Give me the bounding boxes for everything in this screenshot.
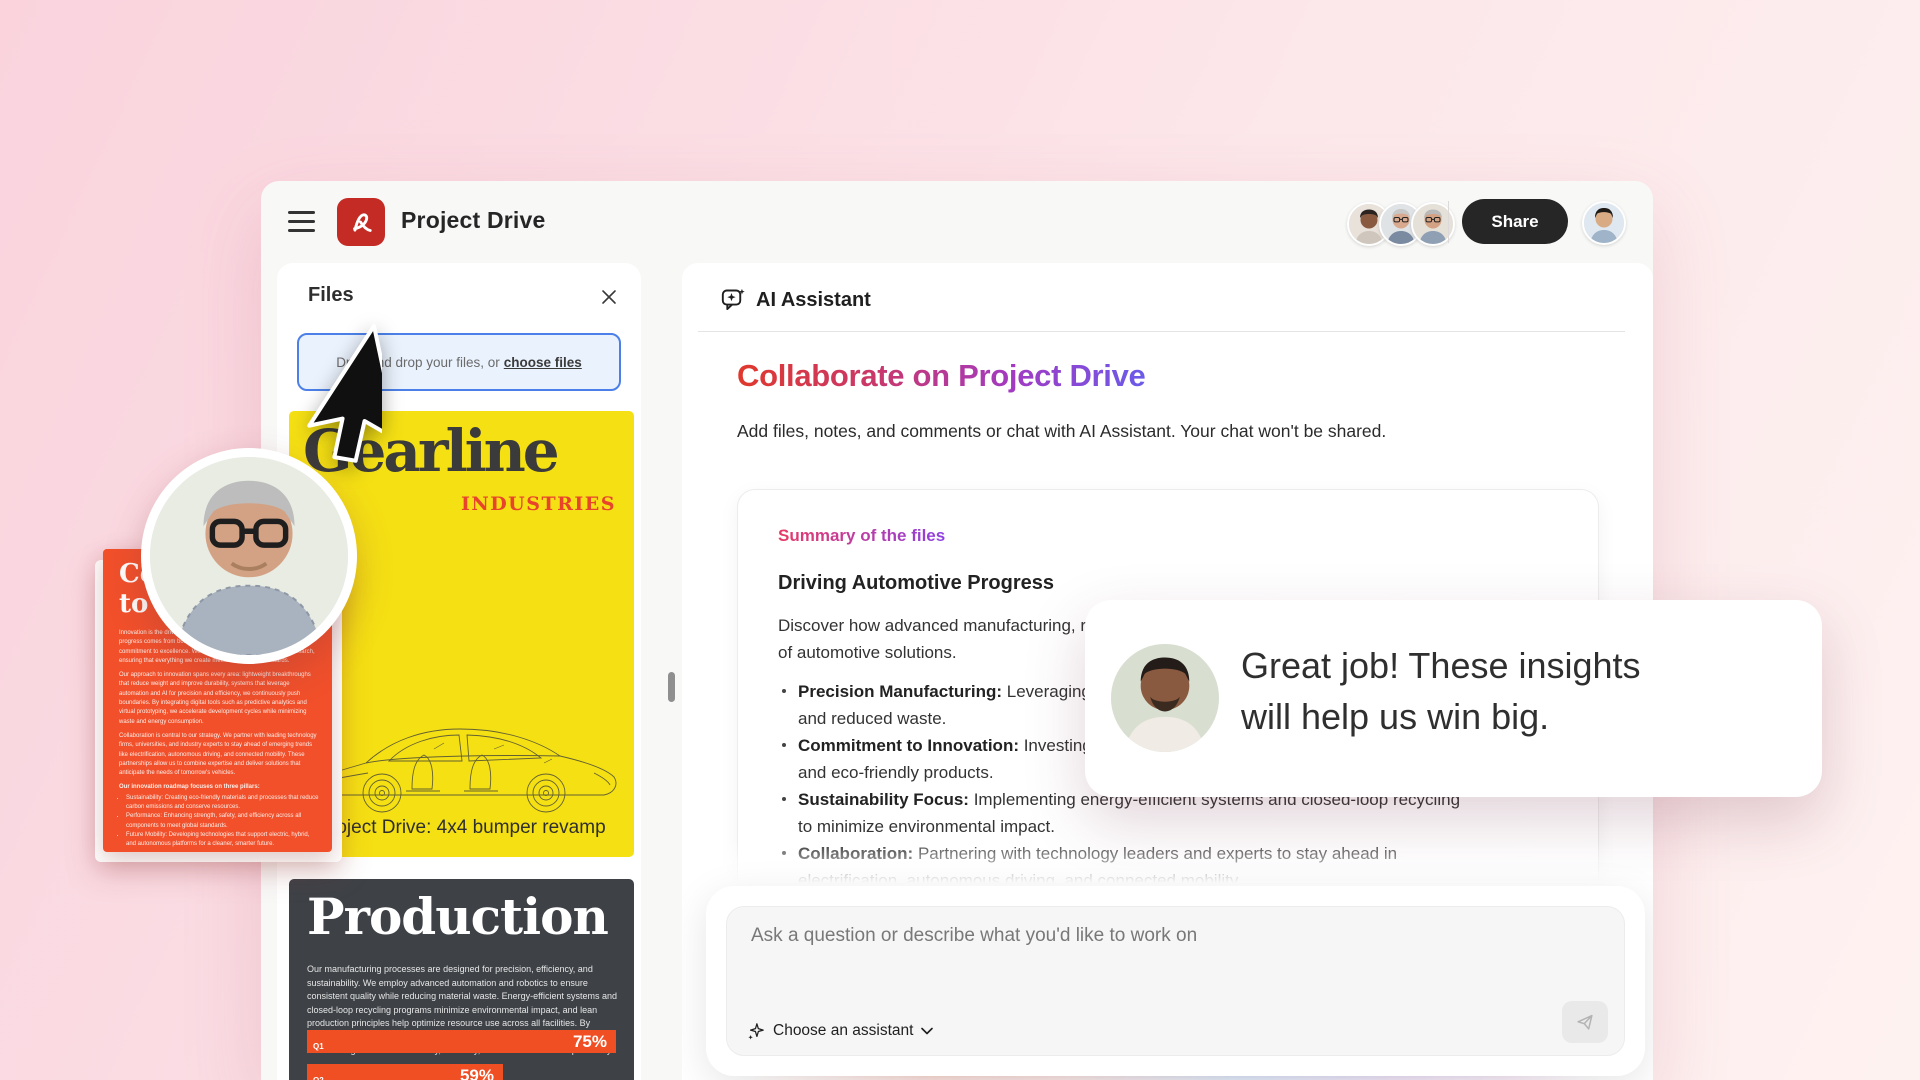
profile-avatar[interactable] <box>1582 201 1626 245</box>
files-panel-title: Files <box>308 284 354 307</box>
menu-button[interactable] <box>288 211 315 232</box>
file-thumbnail-production[interactable]: Production Our manufacturing processes a… <box>289 879 634 1080</box>
acrobat-logo <box>337 198 385 246</box>
summary-heading: Driving Automotive Progress <box>778 572 1054 595</box>
gearline-subtitle: INDUSTRIES <box>461 493 616 515</box>
ai-assistant-header: AI Assistant <box>756 289 871 312</box>
sparkle-icon <box>747 1022 765 1040</box>
page-background: Project Drive Share Files <box>0 0 1920 1080</box>
bar-value: 75% <box>573 1032 607 1052</box>
production-title: Production <box>307 887 608 946</box>
panel-scrollbar[interactable] <box>668 672 675 702</box>
floating-collaborator-avatar <box>141 448 357 664</box>
production-bar-q2: Q2 59% <box>307 1064 503 1080</box>
collaborator-avatars <box>1347 202 1455 246</box>
close-icon <box>601 289 617 305</box>
message-author-avatar <box>1111 644 1219 752</box>
bar-value: 59% <box>460 1066 494 1080</box>
acrobat-icon <box>346 207 376 237</box>
orange-doc-body: Innovation is the driving force behind e… <box>119 629 319 852</box>
ai-assistant-icon <box>720 286 747 313</box>
top-bar: Project Drive Share <box>261 181 1653 263</box>
send-button[interactable] <box>1562 1001 1608 1043</box>
topbar-divider <box>1448 201 1449 243</box>
assistant-selector[interactable]: Choose an assistant <box>747 1022 933 1040</box>
chat-composer: Ask a question or describe what you'd li… <box>706 886 1645 1076</box>
chat-message-toast: Great job! These insights will help us w… <box>1085 600 1822 797</box>
choose-files-link[interactable]: choose files <box>504 355 582 370</box>
header-divider <box>698 331 1625 332</box>
app-title: Project Drive <box>401 207 546 234</box>
chat-message-text: Great job! These insights will help us w… <box>1241 640 1641 742</box>
summary-label: Summary of the files <box>778 526 945 546</box>
production-bar-q1: Q1 75% <box>307 1030 616 1053</box>
bar-label: Q1 <box>313 1042 324 1051</box>
chat-input[interactable]: Ask a question or describe what you'd li… <box>726 906 1625 1056</box>
car-wireframe-sketch <box>294 703 629 821</box>
share-button[interactable]: Share <box>1462 199 1568 244</box>
close-files-button[interactable] <box>599 287 619 307</box>
assistant-selector-label: Choose an assistant <box>773 1022 913 1040</box>
send-icon <box>1574 1011 1596 1033</box>
page-subtitle: Add files, notes, and comments or chat w… <box>737 421 1386 442</box>
bar-label: Q2 <box>313 1076 324 1080</box>
page-title: Collaborate on Project Drive <box>737 358 1146 394</box>
cursor-icon <box>286 322 382 464</box>
chevron-down-icon <box>921 1027 933 1035</box>
chat-input-placeholder: Ask a question or describe what you'd li… <box>751 925 1197 947</box>
